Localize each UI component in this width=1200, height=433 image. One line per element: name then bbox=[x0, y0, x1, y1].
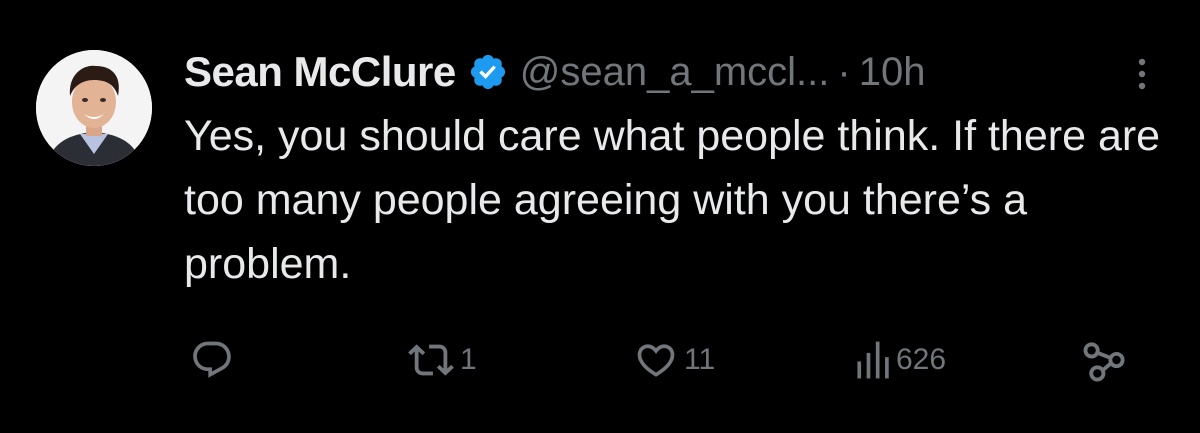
views-bar-chart-icon bbox=[857, 341, 889, 379]
tweet-text: Yes, you should care what people think. … bbox=[184, 112, 1161, 288]
share-icon bbox=[1083, 342, 1125, 382]
verified-badge-icon[interactable] bbox=[468, 52, 508, 92]
author-name[interactable]: Sean McClure bbox=[184, 48, 456, 96]
separator-dot: · bbox=[837, 49, 851, 94]
retweet-count: 1 bbox=[460, 343, 477, 376]
tweet-card[interactable]: Sean McClure @sean_a_mccl... · 10h Yes, … bbox=[0, 0, 1200, 433]
action-bar: 1 11 626 bbox=[0, 330, 1200, 390]
author-handle[interactable]: @sean_a_mccl... bbox=[520, 50, 830, 95]
like-count: 11 bbox=[684, 343, 716, 376]
views-count: 626 bbox=[896, 343, 947, 376]
tweet-header: Sean McClure @sean_a_mccl... · 10h bbox=[184, 44, 925, 100]
views-button[interactable]: 626 bbox=[856, 330, 946, 390]
tweet-timestamp[interactable]: 10h bbox=[859, 50, 926, 95]
share-button[interactable] bbox=[1082, 330, 1128, 390]
retweet-button[interactable]: 1 bbox=[408, 330, 477, 390]
more-options-icon[interactable] bbox=[1130, 52, 1154, 96]
reply-icon bbox=[193, 341, 231, 378]
avatar[interactable] bbox=[36, 50, 152, 166]
reply-button[interactable] bbox=[190, 330, 234, 390]
avatar-image bbox=[36, 50, 152, 166]
like-button[interactable]: 11 bbox=[634, 330, 715, 390]
heart-icon bbox=[637, 344, 675, 377]
retweet-icon bbox=[408, 344, 454, 376]
